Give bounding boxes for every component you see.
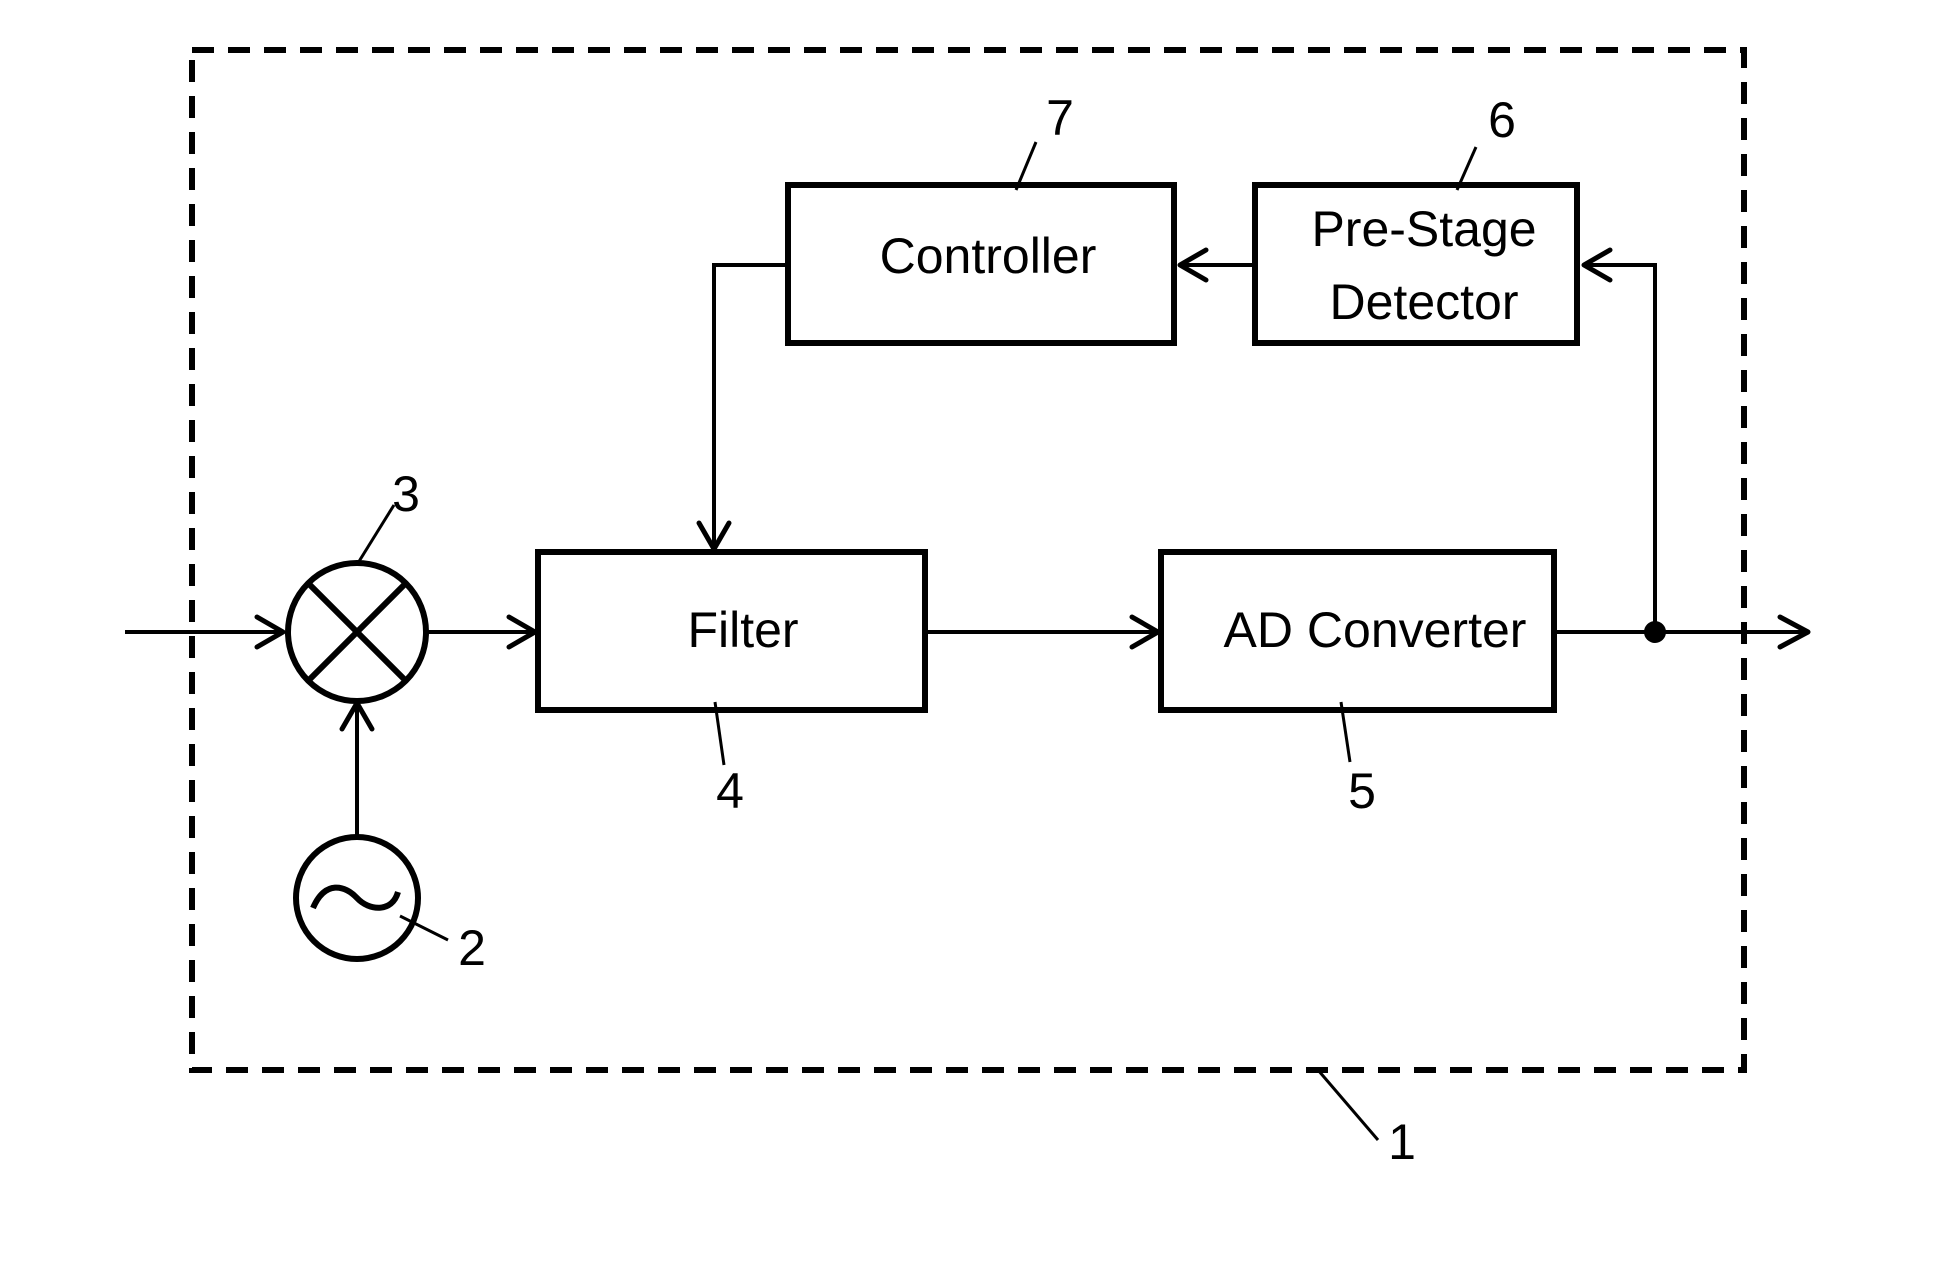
block-diagram: 1 3 2 Filter 4 AD Converter 5 Pre-Stage … [125,47,1811,1170]
pre-stage-detector-label-line1: Pre-Stage [1311,201,1536,257]
mixer-icon [285,560,429,704]
ad-converter-label: AD Converter [1224,602,1527,658]
ref-7-label: 7 [1046,90,1074,146]
controller-label: Controller [880,228,1097,284]
filter-label: Filter [687,602,798,658]
ref-4-label: 4 [716,763,744,819]
ref-3-leader [356,504,396,564]
oscillator-sine-icon [293,834,421,962]
ref-5-label: 5 [1348,763,1376,819]
ref-3-label: 3 [392,466,420,522]
pre-stage-detector-label-line2: Detector [1330,274,1519,330]
ref-1-label: 1 [1388,1114,1416,1170]
ref-2-label: 2 [458,920,486,976]
controller-to-filter-line [712,263,788,549]
adc-to-detector-line [1584,263,1657,632]
ref-1-leader [1316,1069,1380,1141]
ref-6-label: 6 [1488,92,1516,148]
